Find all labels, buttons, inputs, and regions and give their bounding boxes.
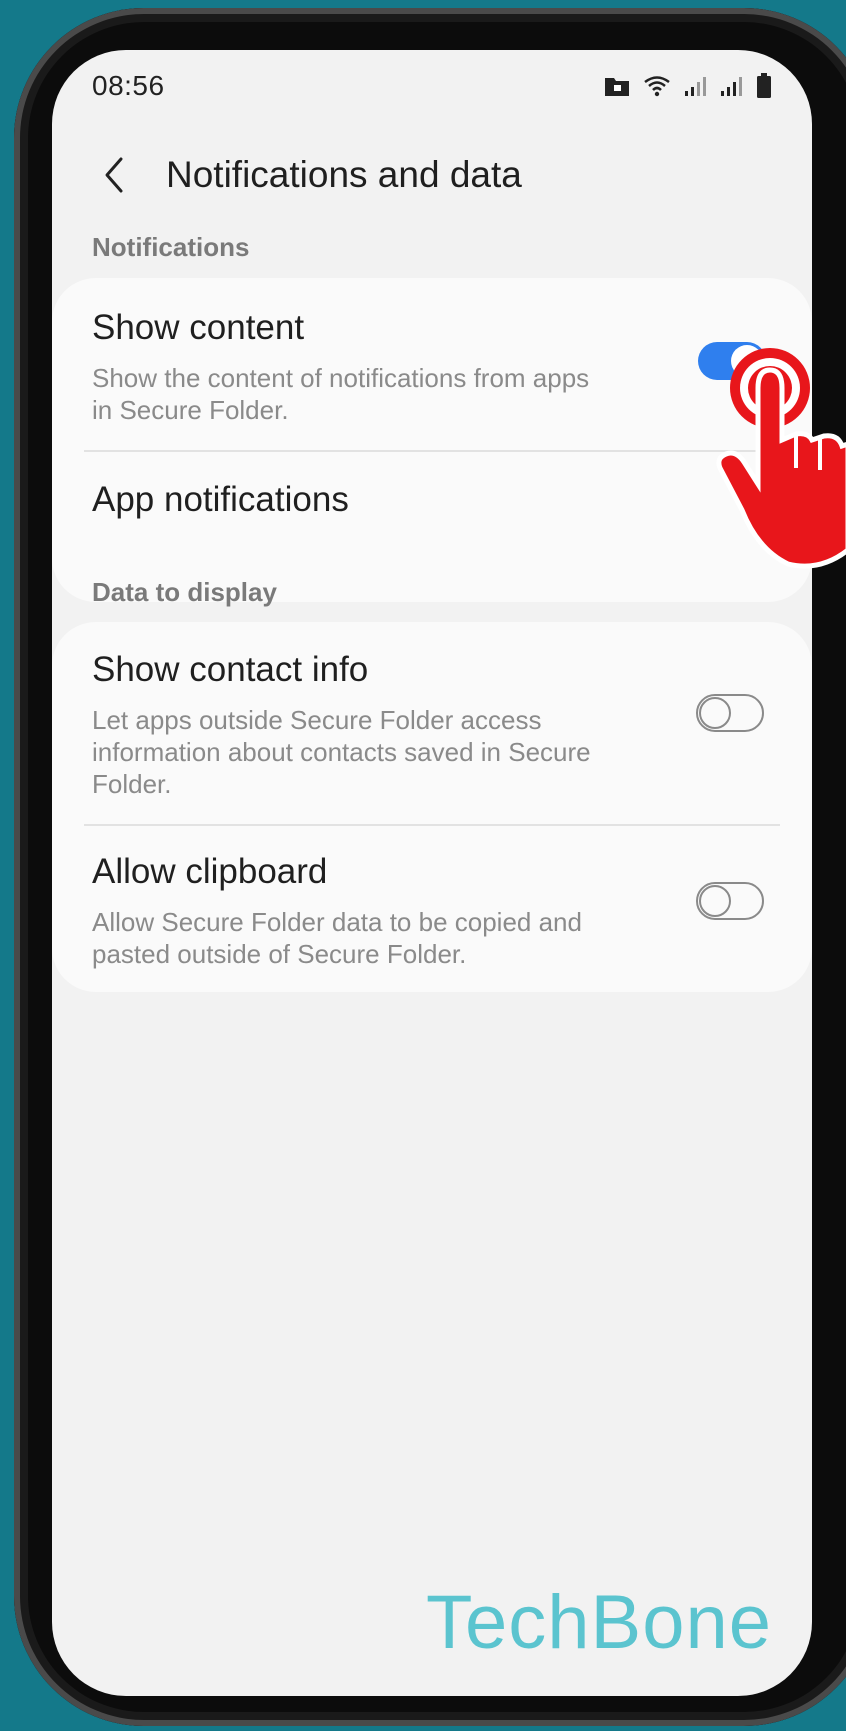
allow-clipboard-subtitle: Allow Secure Folder data to be copied an… — [92, 907, 582, 969]
app-notifications-title: App notifications — [92, 480, 349, 519]
notifications-card: Show content Show the content of notific… — [52, 278, 812, 602]
show-contact-info-title: Show contact info — [92, 650, 369, 689]
signal-icon-1 — [685, 77, 706, 96]
show-content-subtitle: Show the content of notifications from a… — [92, 363, 590, 425]
section-label-notifications: Notifications — [92, 232, 250, 262]
show-contact-info-row[interactable]: Show contact info Let apps outside Secur… — [52, 622, 812, 824]
secure-folder-icon — [605, 78, 629, 96]
chevron-left-icon — [105, 157, 123, 193]
data-to-display-card: Show contact info Let apps outside Secur… — [52, 622, 812, 992]
app-header: Notifications and data — [52, 130, 812, 220]
toggle-knob — [699, 697, 731, 729]
phone-screen: 08:56 Notifications and data Notificatio… — [52, 50, 812, 1696]
status-time: 08:56 — [92, 70, 165, 101]
show-contact-info-toggle[interactable] — [696, 694, 764, 732]
status-icons — [604, 73, 772, 99]
show-contact-info-subtitle: Let apps outside Secure Folder access in… — [92, 705, 591, 799]
wifi-icon — [644, 76, 670, 97]
status-bar: 08:56 — [92, 56, 772, 116]
battery-icon — [757, 73, 771, 98]
tap-hand-icon — [716, 348, 846, 569]
section-label-data-to-display: Data to display — [92, 577, 277, 607]
show-content-title: Show content — [92, 308, 305, 347]
back-button[interactable] — [84, 145, 144, 205]
allow-clipboard-row[interactable]: Allow clipboard Allow Secure Folder data… — [52, 826, 812, 992]
show-content-row[interactable]: Show content Show the content of notific… — [52, 278, 812, 451]
allow-clipboard-title: Allow clipboard — [92, 852, 328, 891]
page-title: Notifications and data — [166, 154, 522, 195]
allow-clipboard-toggle[interactable] — [696, 882, 764, 920]
signal-icon-2 — [721, 77, 742, 96]
toggle-knob — [699, 885, 731, 917]
watermark: TechBone — [425, 1580, 772, 1665]
